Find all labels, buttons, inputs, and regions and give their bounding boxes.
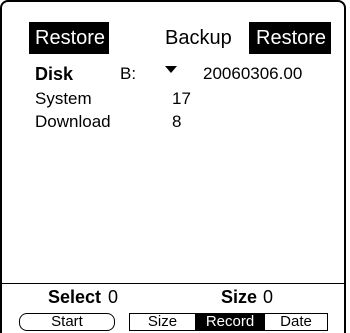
list-item[interactable]: Download 8 xyxy=(0,111,350,133)
footer-status: Select 0 Size 0 xyxy=(0,286,350,308)
sort-date-button[interactable]: Date xyxy=(264,313,328,331)
start-button[interactable]: Start xyxy=(19,313,115,331)
disk-label: Disk xyxy=(35,64,74,84)
size-value: 0 xyxy=(263,287,274,307)
drive-select[interactable]: B: xyxy=(120,63,136,85)
select-count: 0 xyxy=(108,287,119,307)
footer-divider xyxy=(2,283,346,284)
item-value: 17 xyxy=(172,89,191,108)
tab-restore-right[interactable]: Restore xyxy=(249,22,331,54)
list-item[interactable]: System 17 xyxy=(0,88,350,110)
title-bar: Restore Backup Restore xyxy=(0,22,350,54)
page-title: Backup xyxy=(165,27,232,49)
tab-restore-left[interactable]: Restore xyxy=(29,22,109,54)
disk-row: Disk B: 20060306.00 xyxy=(0,63,350,85)
dropdown-arrow-icon[interactable] xyxy=(165,66,177,73)
select-label: Select xyxy=(48,287,102,307)
item-label: Download xyxy=(35,112,111,131)
sort-record-button[interactable]: Record xyxy=(195,313,265,331)
sort-size-button[interactable]: Size xyxy=(129,313,196,331)
size-label: Size xyxy=(221,287,258,307)
item-label: System xyxy=(35,89,92,108)
button-bar: Start Size Record Date xyxy=(0,313,350,331)
backup-date: 20060306.00 xyxy=(203,64,303,83)
item-value: 8 xyxy=(172,112,182,131)
